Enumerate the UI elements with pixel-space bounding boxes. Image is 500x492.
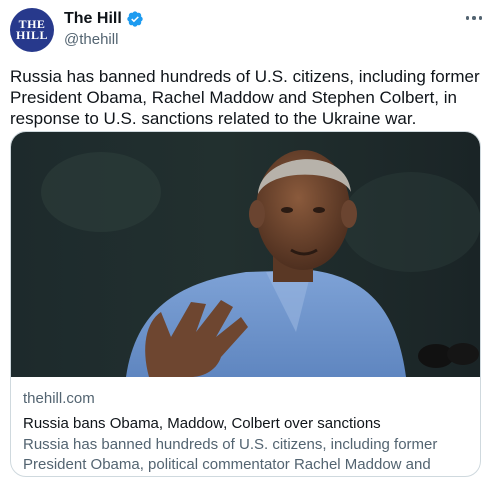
more-dot — [465, 16, 470, 20]
tweet-text: Russia has banned hundreds of U.S. citiz… — [10, 67, 480, 128]
card-domain: thehill.com — [23, 390, 95, 407]
avatar-text-line-2: HILL — [15, 28, 48, 42]
author-handle[interactable]: @thehill — [64, 31, 118, 48]
card-meta: thehill.com Russia bans Obama, Maddow, C… — [23, 389, 473, 476]
more-options-icon[interactable] — [462, 8, 486, 28]
avatar[interactable]: THE HILL — [10, 8, 54, 52]
photo-of-speaker[interactable] — [11, 132, 481, 377]
author-name-row[interactable]: The Hill — [64, 10, 144, 28]
more-dot — [472, 16, 476, 20]
card-description: Russia has banned hundreds of U.S. citiz… — [23, 436, 438, 473]
author-name[interactable]: The Hill — [64, 10, 122, 28]
link-card[interactable]: thehill.com Russia bans Obama, Maddow, C… — [10, 131, 481, 477]
tweet[interactable]: THE HILL The Hill @thehill Russia has ba… — [0, 0, 500, 492]
more-dot — [478, 16, 483, 20]
card-title[interactable]: Russia bans Obama, Maddow, Colbert over … — [23, 414, 473, 434]
verified-badge-icon — [127, 11, 143, 27]
